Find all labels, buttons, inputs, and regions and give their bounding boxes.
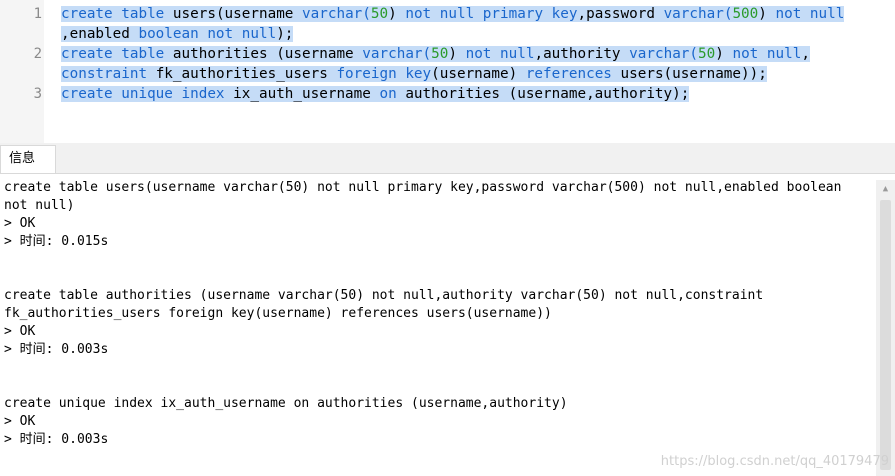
output-line: > 时间: 0.003s: [4, 432, 109, 447]
selected-code: create table users(username varchar(50) …: [61, 6, 845, 22]
output-line: fk_authorities_users foreign key(usernam…: [4, 306, 552, 321]
identifier-token: ): [758, 6, 776, 22]
sql-editor[interactable]: 1 2 3 create table users(username varcha…: [0, 0, 895, 143]
keyword-token: create unique index: [61, 86, 234, 102]
identifier-token: ,: [801, 46, 810, 62]
keyword-token: varchar(: [302, 6, 371, 22]
number-token: 500: [732, 6, 759, 22]
keyword-token: boolean not null: [138, 26, 277, 42]
selected-code: constraint fk_authorities_users foreign …: [61, 66, 767, 82]
keyword-token: varchar(: [362, 46, 432, 62]
keyword-token: create table: [61, 46, 173, 62]
keyword-token: constraint: [61, 66, 156, 82]
selected-code: ,enabled boolean not null);: [61, 26, 294, 42]
line-number: 2: [33, 46, 42, 62]
output-line: > OK: [4, 324, 36, 339]
identifier-token: (username): [431, 66, 526, 82]
identifier-token: fk_authorities_users: [155, 66, 337, 82]
keyword-token: varchar(: [663, 6, 733, 22]
keyword-token: not null: [775, 6, 845, 22]
selected-code: create unique index ix_auth_username on …: [61, 86, 690, 102]
identifier-token: ): [715, 46, 733, 62]
message-output-panel: create table users(username varchar(50) …: [0, 174, 875, 476]
keyword-token: references: [525, 66, 621, 82]
output-line: > OK: [4, 414, 36, 429]
watermark: https://blog.csdn.net/qq_40179479: [660, 454, 889, 469]
line-number-gutter: 1 2 3: [0, 0, 44, 143]
number-token: 50: [698, 46, 716, 62]
identifier-token: ix_auth_username: [233, 86, 380, 102]
scroll-thumb[interactable]: [880, 200, 891, 470]
code-line: create table users(username varchar(50) …: [61, 4, 845, 24]
keyword-token: create table: [61, 6, 173, 22]
identifier-token: ,authority: [534, 46, 630, 62]
code-line: create unique index ix_auth_username on …: [61, 84, 690, 104]
selected-code: create table authorities (username varch…: [61, 46, 810, 62]
keyword-token: not null: [465, 46, 535, 62]
keyword-token: foreign key: [336, 66, 432, 82]
code-line: constraint fk_authorities_users foreign …: [61, 64, 767, 84]
vertical-scrollbar[interactable]: ▲: [876, 180, 895, 476]
number-token: 50: [431, 46, 449, 62]
output-line: create table users(username varchar(50) …: [4, 180, 842, 195]
keyword-token: on: [379, 86, 406, 102]
identifier-token: users(username: [172, 6, 303, 22]
output-line: > 时间: 0.015s: [4, 234, 109, 249]
keyword-token: not null: [732, 46, 802, 62]
identifier-token: ): [448, 46, 466, 62]
number-token: 50: [370, 6, 389, 22]
identifier-token: ): [388, 6, 406, 22]
output-line: create table authorities (username varch…: [4, 288, 764, 303]
keyword-token: varchar(: [629, 46, 699, 62]
keyword-token: not null primary key: [405, 6, 578, 22]
scroll-up-arrow-icon[interactable]: ▲: [876, 180, 895, 198]
output-line: > OK: [4, 216, 36, 231]
line-number: 1: [33, 6, 42, 22]
code-line: ,enabled boolean not null);: [61, 24, 294, 44]
code-line: create table authorities (username varch…: [61, 44, 810, 64]
identifier-token: authorities (username,authority);: [405, 86, 690, 102]
line-number: 3: [33, 86, 42, 102]
identifier-token: );: [276, 26, 294, 42]
output-line: > 时间: 0.003s: [4, 342, 109, 357]
identifier-token: ,password: [577, 6, 664, 22]
identifier-token: users(username));: [620, 66, 767, 82]
identifier-token: ,enabled: [61, 26, 139, 42]
tab-info[interactable]: 信息: [0, 145, 56, 173]
identifier-token: authorities (username: [172, 46, 363, 62]
result-tab-bar: 信息: [0, 143, 895, 174]
output-line: create unique index ix_auth_username on …: [4, 396, 568, 411]
output-line: not null): [4, 198, 75, 213]
